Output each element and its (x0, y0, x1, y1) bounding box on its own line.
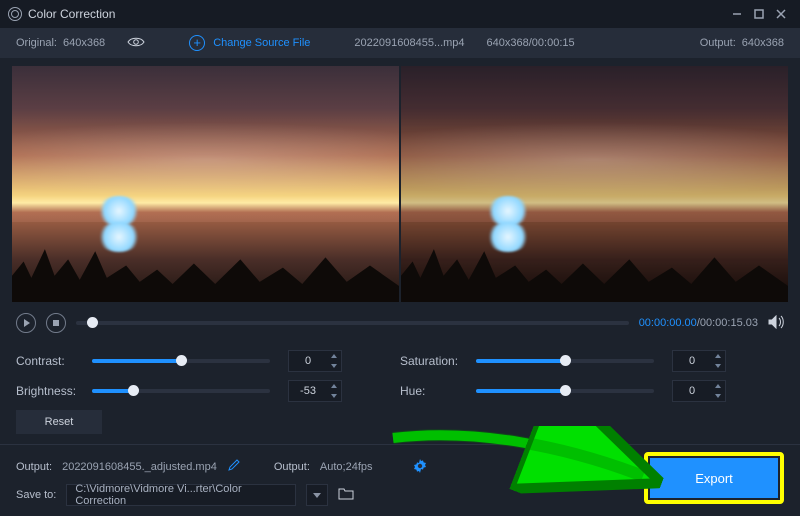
original-label: Original: (16, 37, 57, 49)
title-bar: Color Correction (0, 0, 800, 28)
output-dims: 640x368 (742, 37, 784, 49)
saturation-label: Saturation: (400, 354, 466, 368)
hue-slider[interactable] (476, 389, 654, 393)
plus-circle-icon (189, 35, 205, 51)
contrast-step-down[interactable] (327, 361, 341, 371)
timecode: 00:00:00.00/00:00:15.03 (639, 317, 758, 329)
format-settings-icon[interactable] (413, 459, 427, 476)
open-folder-icon[interactable] (338, 487, 354, 503)
hue-label: Hue: (400, 384, 466, 398)
saturation-value[interactable]: 0 (672, 350, 726, 372)
contrast-slider[interactable] (92, 359, 270, 363)
preview-toggle-icon[interactable] (127, 36, 145, 51)
seek-slider[interactable] (76, 321, 629, 325)
close-button[interactable] (770, 3, 792, 25)
app-logo-icon (8, 7, 22, 21)
minimize-button[interactable] (726, 3, 748, 25)
saturation-step-up[interactable] (711, 351, 725, 361)
change-source-label: Change Source File (213, 37, 310, 49)
play-button[interactable] (16, 313, 36, 333)
output-file-label: Output: (16, 461, 52, 473)
save-path-dropdown[interactable] (306, 484, 328, 506)
contrast-label: Contrast: (16, 354, 82, 368)
change-source-button[interactable]: Change Source File (189, 35, 310, 51)
adjustment-panel: Contrast: 0 Saturation: 0 Brightness: -5… (0, 340, 800, 436)
volume-icon[interactable] (768, 315, 784, 332)
brightness-value[interactable]: -53 (288, 380, 342, 402)
saturation-slider[interactable] (476, 359, 654, 363)
source-filename: 2022091608455...mp4 (354, 37, 464, 49)
contrast-step-up[interactable] (327, 351, 341, 361)
output-file-name: 2022091608455._adjusted.mp4 (62, 461, 217, 473)
original-dims: 640x368 (63, 37, 105, 49)
output-format-value: Auto;24fps (320, 461, 373, 473)
preview-adjusted (401, 66, 788, 302)
preview-area (0, 58, 800, 306)
preview-original (12, 66, 399, 302)
maximize-button[interactable] (748, 3, 770, 25)
brightness-step-up[interactable] (327, 381, 341, 391)
window-title: Color Correction (28, 7, 115, 21)
save-path-field[interactable]: C:\Vidmore\Vidmore Vi...rter\Color Corre… (66, 484, 296, 506)
transport-bar: 00:00:00.00/00:00:15.03 (0, 306, 800, 340)
brightness-slider[interactable] (92, 389, 270, 393)
contrast-value[interactable]: 0 (288, 350, 342, 372)
brightness-label: Brightness: (16, 384, 82, 398)
rename-icon[interactable] (227, 459, 240, 475)
brightness-step-down[interactable] (327, 391, 341, 401)
hue-value[interactable]: 0 (672, 380, 726, 402)
reset-button[interactable]: Reset (16, 410, 102, 434)
export-button[interactable]: Export (650, 458, 778, 498)
hue-step-up[interactable] (711, 381, 725, 391)
save-to-label: Save to: (16, 489, 56, 501)
hue-step-down[interactable] (711, 391, 725, 401)
source-dims-duration: 640x368/00:00:15 (487, 37, 575, 49)
output-format-label: Output: (274, 461, 310, 473)
output-label: Output: (700, 37, 736, 49)
saturation-step-down[interactable] (711, 361, 725, 371)
info-bar: Original: 640x368 Change Source File 202… (0, 28, 800, 58)
stop-button[interactable] (46, 313, 66, 333)
